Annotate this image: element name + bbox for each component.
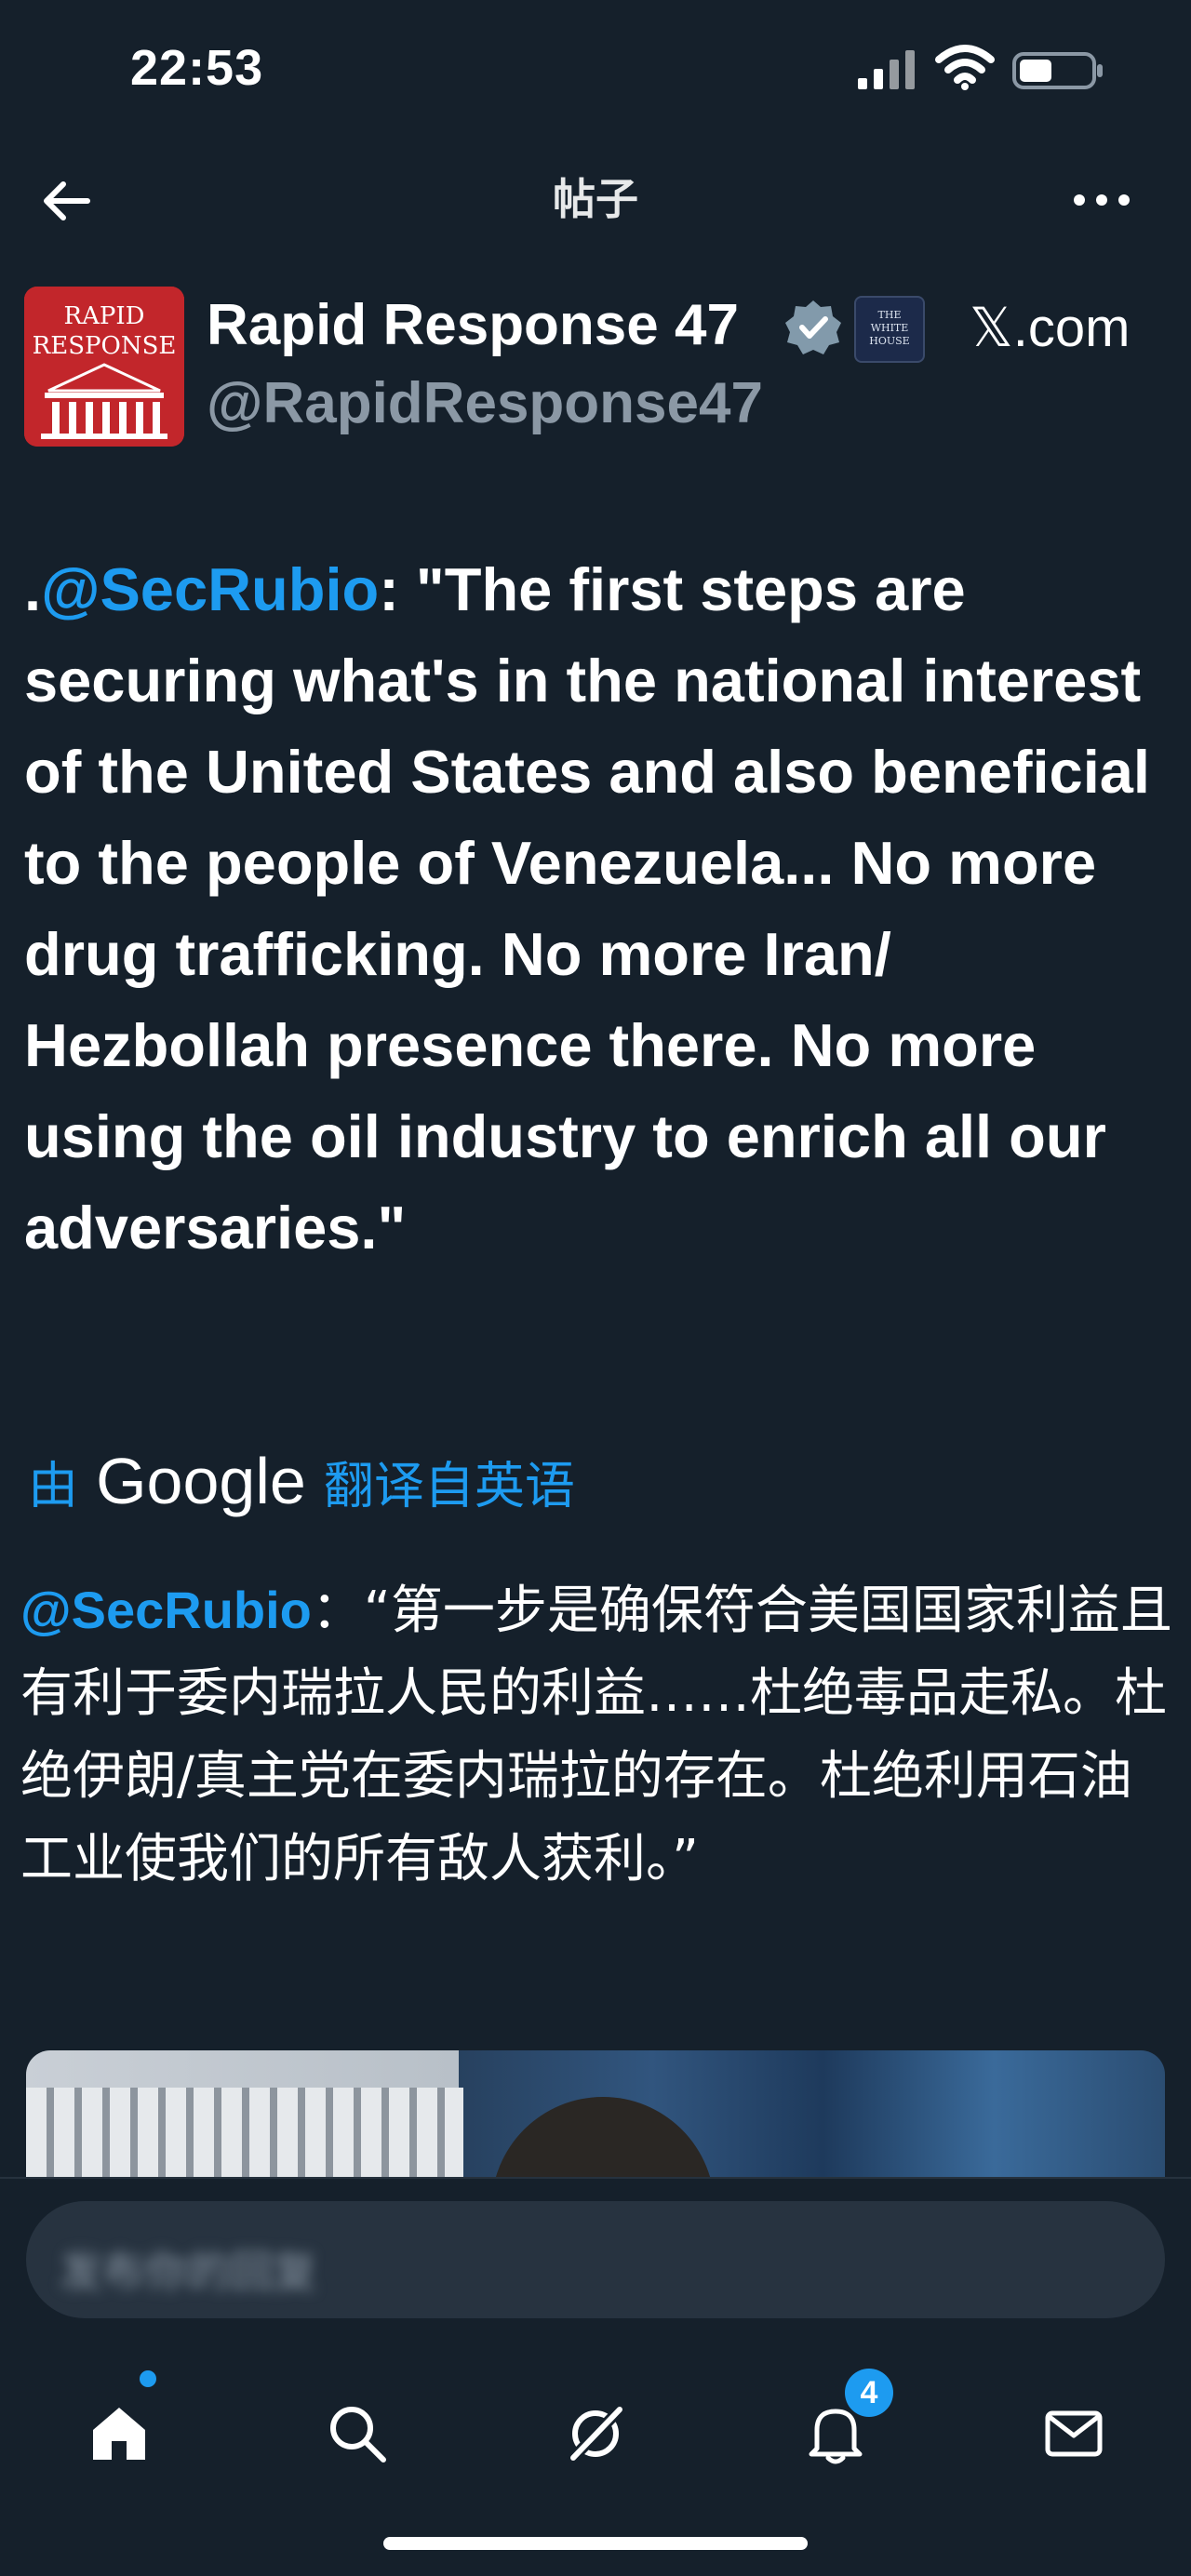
battery-icon [1012, 52, 1103, 89]
page-title: 帖子 [553, 174, 638, 224]
translated-by-label: 由 [28, 1456, 78, 1515]
translation-bar: 由 Google 翻译自英语 [28, 1444, 575, 1518]
author-handle[interactable]: @RapidResponse47 [207, 370, 763, 436]
reply-bar: 发布你的回复 [0, 2177, 1191, 2365]
post-text: .@SecRubio: "The first steps are securin… [24, 544, 1178, 1274]
grok-icon [567, 2403, 626, 2464]
wifi-icon [935, 45, 995, 90]
svg-text:RAPID: RAPID [64, 302, 145, 330]
home-icon [93, 2408, 145, 2460]
nav-header: 帖子 [0, 149, 1191, 251]
reply-placeholder: 发布你的回复 [60, 2247, 316, 2297]
post-media-image[interactable] [26, 2050, 1165, 2181]
verified-badge-icon [785, 300, 841, 354]
notification-count-badge: 4 [845, 2369, 893, 2417]
post-text-prefix: . [24, 555, 42, 623]
mention-link[interactable]: @SecRubio [41, 555, 379, 623]
translated-text: @SecRubio：“第一步是确保符合美国国家利益且有利于委内瑞拉人民的利益……… [20, 1568, 1174, 1901]
reply-input[interactable]: 发布你的回复 [26, 2201, 1165, 2318]
tab-messages[interactable] [1018, 2378, 1130, 2489]
source-label: 𝕏.com [970, 298, 1131, 358]
mail-icon [1045, 2410, 1103, 2457]
tab-search[interactable] [301, 2378, 413, 2489]
author-avatar[interactable]: RAPID RESPONSE [24, 287, 184, 447]
svg-text:RESPONSE: RESPONSE [33, 332, 177, 360]
search-icon [330, 2407, 386, 2463]
white-house-affiliation-badge[interactable]: THE WHITE HOUSE [854, 296, 925, 363]
home-unread-dot [140, 2370, 156, 2387]
media-building [26, 2088, 463, 2181]
translated-mention-link[interactable]: @SecRubio [20, 1581, 312, 1639]
more-options-icon[interactable] [1070, 186, 1133, 214]
media-person [491, 2097, 715, 2181]
post-text-body: : "The first steps are securing what's i… [24, 555, 1150, 1261]
tab-home[interactable] [63, 2378, 175, 2489]
white-house-logo-icon: RAPID RESPONSE [24, 287, 184, 447]
home-indicator[interactable] [383, 2537, 808, 2550]
cellular-signal-icon [858, 50, 915, 89]
status-bar: 22:53 [0, 0, 1191, 140]
tab-grok[interactable] [540, 2378, 651, 2489]
status-time: 22:53 [130, 40, 264, 96]
author-name[interactable]: Rapid Response 47 [207, 292, 739, 358]
google-logo: Google [96, 1445, 306, 1517]
translated-from-link[interactable]: 翻译自英语 [324, 1457, 575, 1515]
